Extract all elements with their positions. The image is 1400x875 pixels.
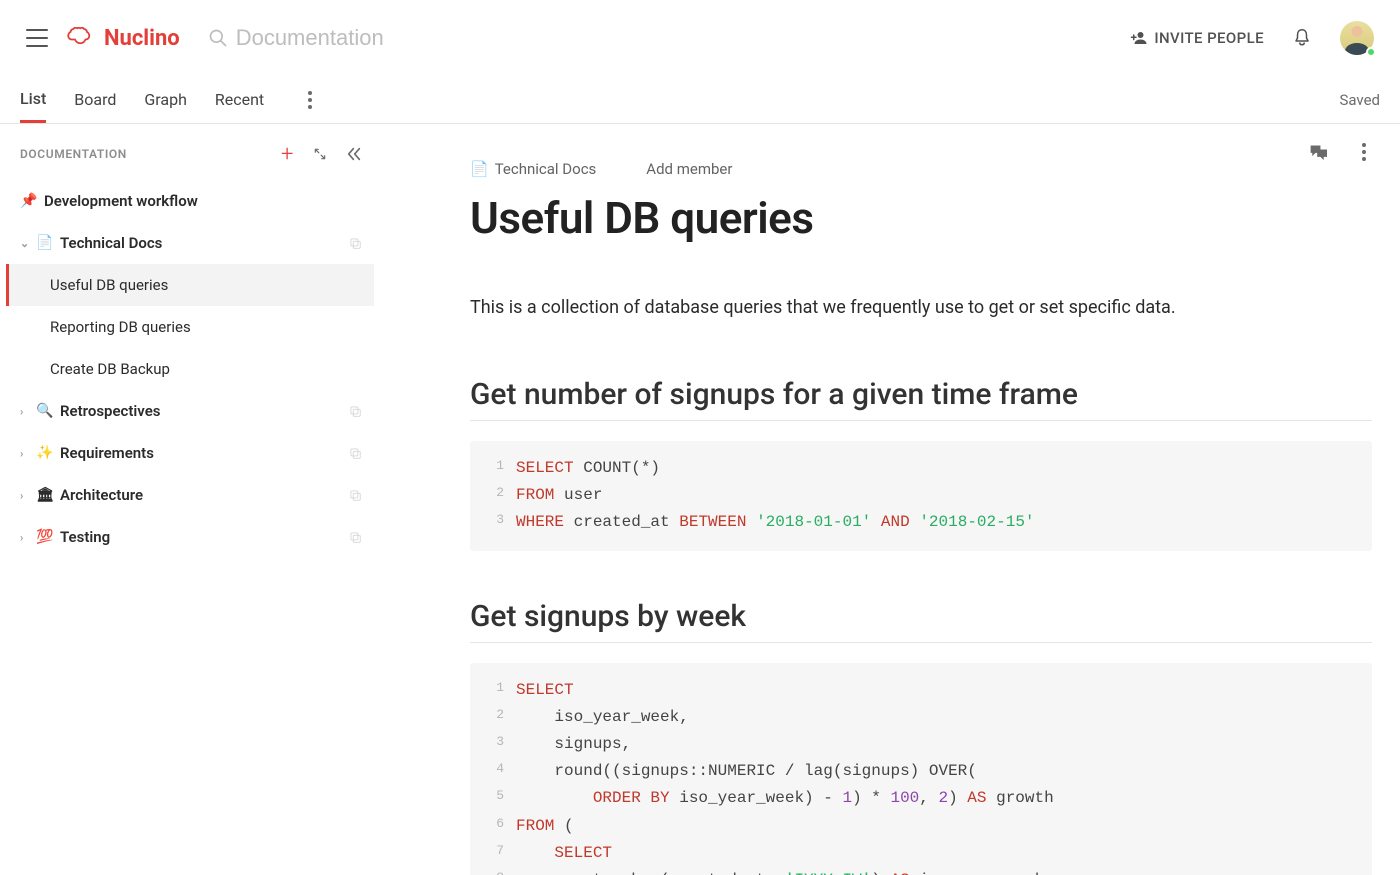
tree-label: Useful DB queries (50, 276, 168, 294)
tab-recent[interactable]: Recent (215, 76, 264, 123)
search[interactable] (208, 25, 1113, 51)
section-heading-2[interactable]: Get signups by week (470, 599, 1372, 643)
search-input[interactable] (236, 25, 496, 51)
tab-graph[interactable]: Graph (144, 76, 187, 123)
tree-item-retrospectives[interactable]: › 🔍 Retrospectives (6, 390, 374, 432)
collapse-sidebar-icon[interactable] (346, 146, 362, 162)
chevron-right-icon: › (20, 531, 30, 544)
tree-item-technical-docs[interactable]: ⌄ 📄 Technical Docs (6, 222, 374, 264)
doc-action-row (470, 142, 1372, 162)
tree-item-useful-db[interactable]: Useful DB queries (6, 264, 374, 306)
sidebar-header-actions: + (281, 146, 362, 162)
duplicate-icon[interactable] (348, 446, 362, 460)
tree-item-reporting-db[interactable]: Reporting DB queries (6, 306, 374, 348)
presence-dot (1366, 47, 1376, 57)
sparkle-emoji-icon: ✨ (36, 445, 54, 461)
search-icon (208, 28, 228, 48)
sidebar-header: DOCUMENTATION + (0, 136, 380, 180)
save-status: Saved (1339, 91, 1380, 109)
doc-intro[interactable]: This is a collection of database queries… (470, 294, 1372, 321)
duplicate-icon[interactable] (348, 488, 362, 502)
invite-label: INVITE PEOPLE (1154, 29, 1264, 47)
tree-label: Technical Docs (60, 234, 162, 252)
tree-item-testing[interactable]: › 💯 Testing (6, 516, 374, 558)
hundred-emoji-icon: 💯 (36, 529, 54, 545)
tabs-more-icon[interactable] (302, 91, 318, 109)
brand-name: Nuclino (104, 26, 180, 51)
comments-icon[interactable] (1308, 142, 1328, 162)
brand-logo[interactable]: Nuclino (66, 26, 180, 51)
doc-title[interactable]: Useful DB queries (470, 192, 1372, 244)
hamburger-menu-icon[interactable] (26, 29, 48, 47)
section-heading-1[interactable]: Get number of signups for a given time f… (470, 377, 1372, 421)
add-person-icon (1130, 31, 1148, 45)
pin-icon: 📌 (20, 193, 38, 209)
view-tabs: List Board Graph Recent (20, 76, 318, 123)
layout: DOCUMENTATION + 📌 Development workflow ⌄… (0, 124, 1400, 875)
avatar-wrap[interactable] (1340, 21, 1374, 55)
tab-list[interactable]: List (20, 76, 46, 123)
chevron-right-icon: › (20, 447, 30, 460)
tree-label: Architecture (60, 486, 143, 504)
sidebar-header-label: DOCUMENTATION (20, 147, 127, 161)
breadcrumbs: 📄 Technical Docs Add member (470, 160, 1372, 178)
tree-label: Requirements (60, 444, 154, 462)
expand-icon[interactable] (312, 146, 328, 162)
topbar-right: INVITE PEOPLE (1130, 21, 1374, 55)
add-member-link[interactable]: Add member (646, 160, 732, 178)
pinned-label: Development workflow (44, 192, 198, 210)
main-content: 📄 Technical Docs Add member Useful DB qu… (380, 124, 1400, 875)
breadcrumb-label: Technical Docs (495, 160, 597, 178)
chevron-right-icon: › (20, 405, 30, 418)
code-block-2[interactable]: 1SELECT 2 iso_year_week, 3 signups, 4 ro… (470, 663, 1372, 875)
duplicate-icon[interactable] (348, 530, 362, 544)
pinned-item[interactable]: 📌 Development workflow (6, 180, 374, 222)
sidebar-tree: 📌 Development workflow ⌄ 📄 Technical Doc… (0, 180, 380, 558)
view-tabs-bar: List Board Graph Recent Saved (0, 76, 1400, 124)
code-block-1[interactable]: 1SELECT COUNT(*) 2FROM user 3WHERE creat… (470, 441, 1372, 551)
doc-more-icon[interactable] (1356, 142, 1372, 162)
tree-label: Retrospectives (60, 402, 161, 420)
chevron-right-icon: › (20, 489, 30, 502)
duplicate-icon[interactable] (348, 404, 362, 418)
chevron-down-icon: ⌄ (20, 237, 30, 250)
tree-label: Reporting DB queries (50, 318, 191, 336)
tree-item-create-backup[interactable]: Create DB Backup (6, 348, 374, 390)
brain-icon (66, 27, 96, 49)
topbar: Nuclino INVITE PEOPLE (0, 0, 1400, 76)
sidebar: DOCUMENTATION + 📌 Development workflow ⌄… (0, 124, 380, 875)
tree-item-architecture[interactable]: › 🏛 Architecture (6, 474, 374, 516)
invite-people-button[interactable]: INVITE PEOPLE (1130, 29, 1264, 47)
building-emoji-icon: 🏛 (36, 487, 54, 503)
magnifier-emoji-icon: 🔍 (36, 403, 54, 419)
duplicate-icon[interactable] (348, 236, 362, 250)
page-icon: 📄 (36, 235, 54, 251)
tab-board[interactable]: Board (74, 76, 116, 123)
page-icon: 📄 (470, 160, 489, 178)
notification-bell-icon[interactable] (1292, 27, 1312, 49)
tree-label: Create DB Backup (50, 360, 170, 378)
tree-label: Testing (60, 528, 110, 546)
add-member-label: Add member (646, 160, 732, 178)
breadcrumb-parent[interactable]: 📄 Technical Docs (470, 160, 596, 178)
add-page-icon[interactable]: + (281, 149, 294, 160)
tree-item-requirements[interactable]: › ✨ Requirements (6, 432, 374, 474)
